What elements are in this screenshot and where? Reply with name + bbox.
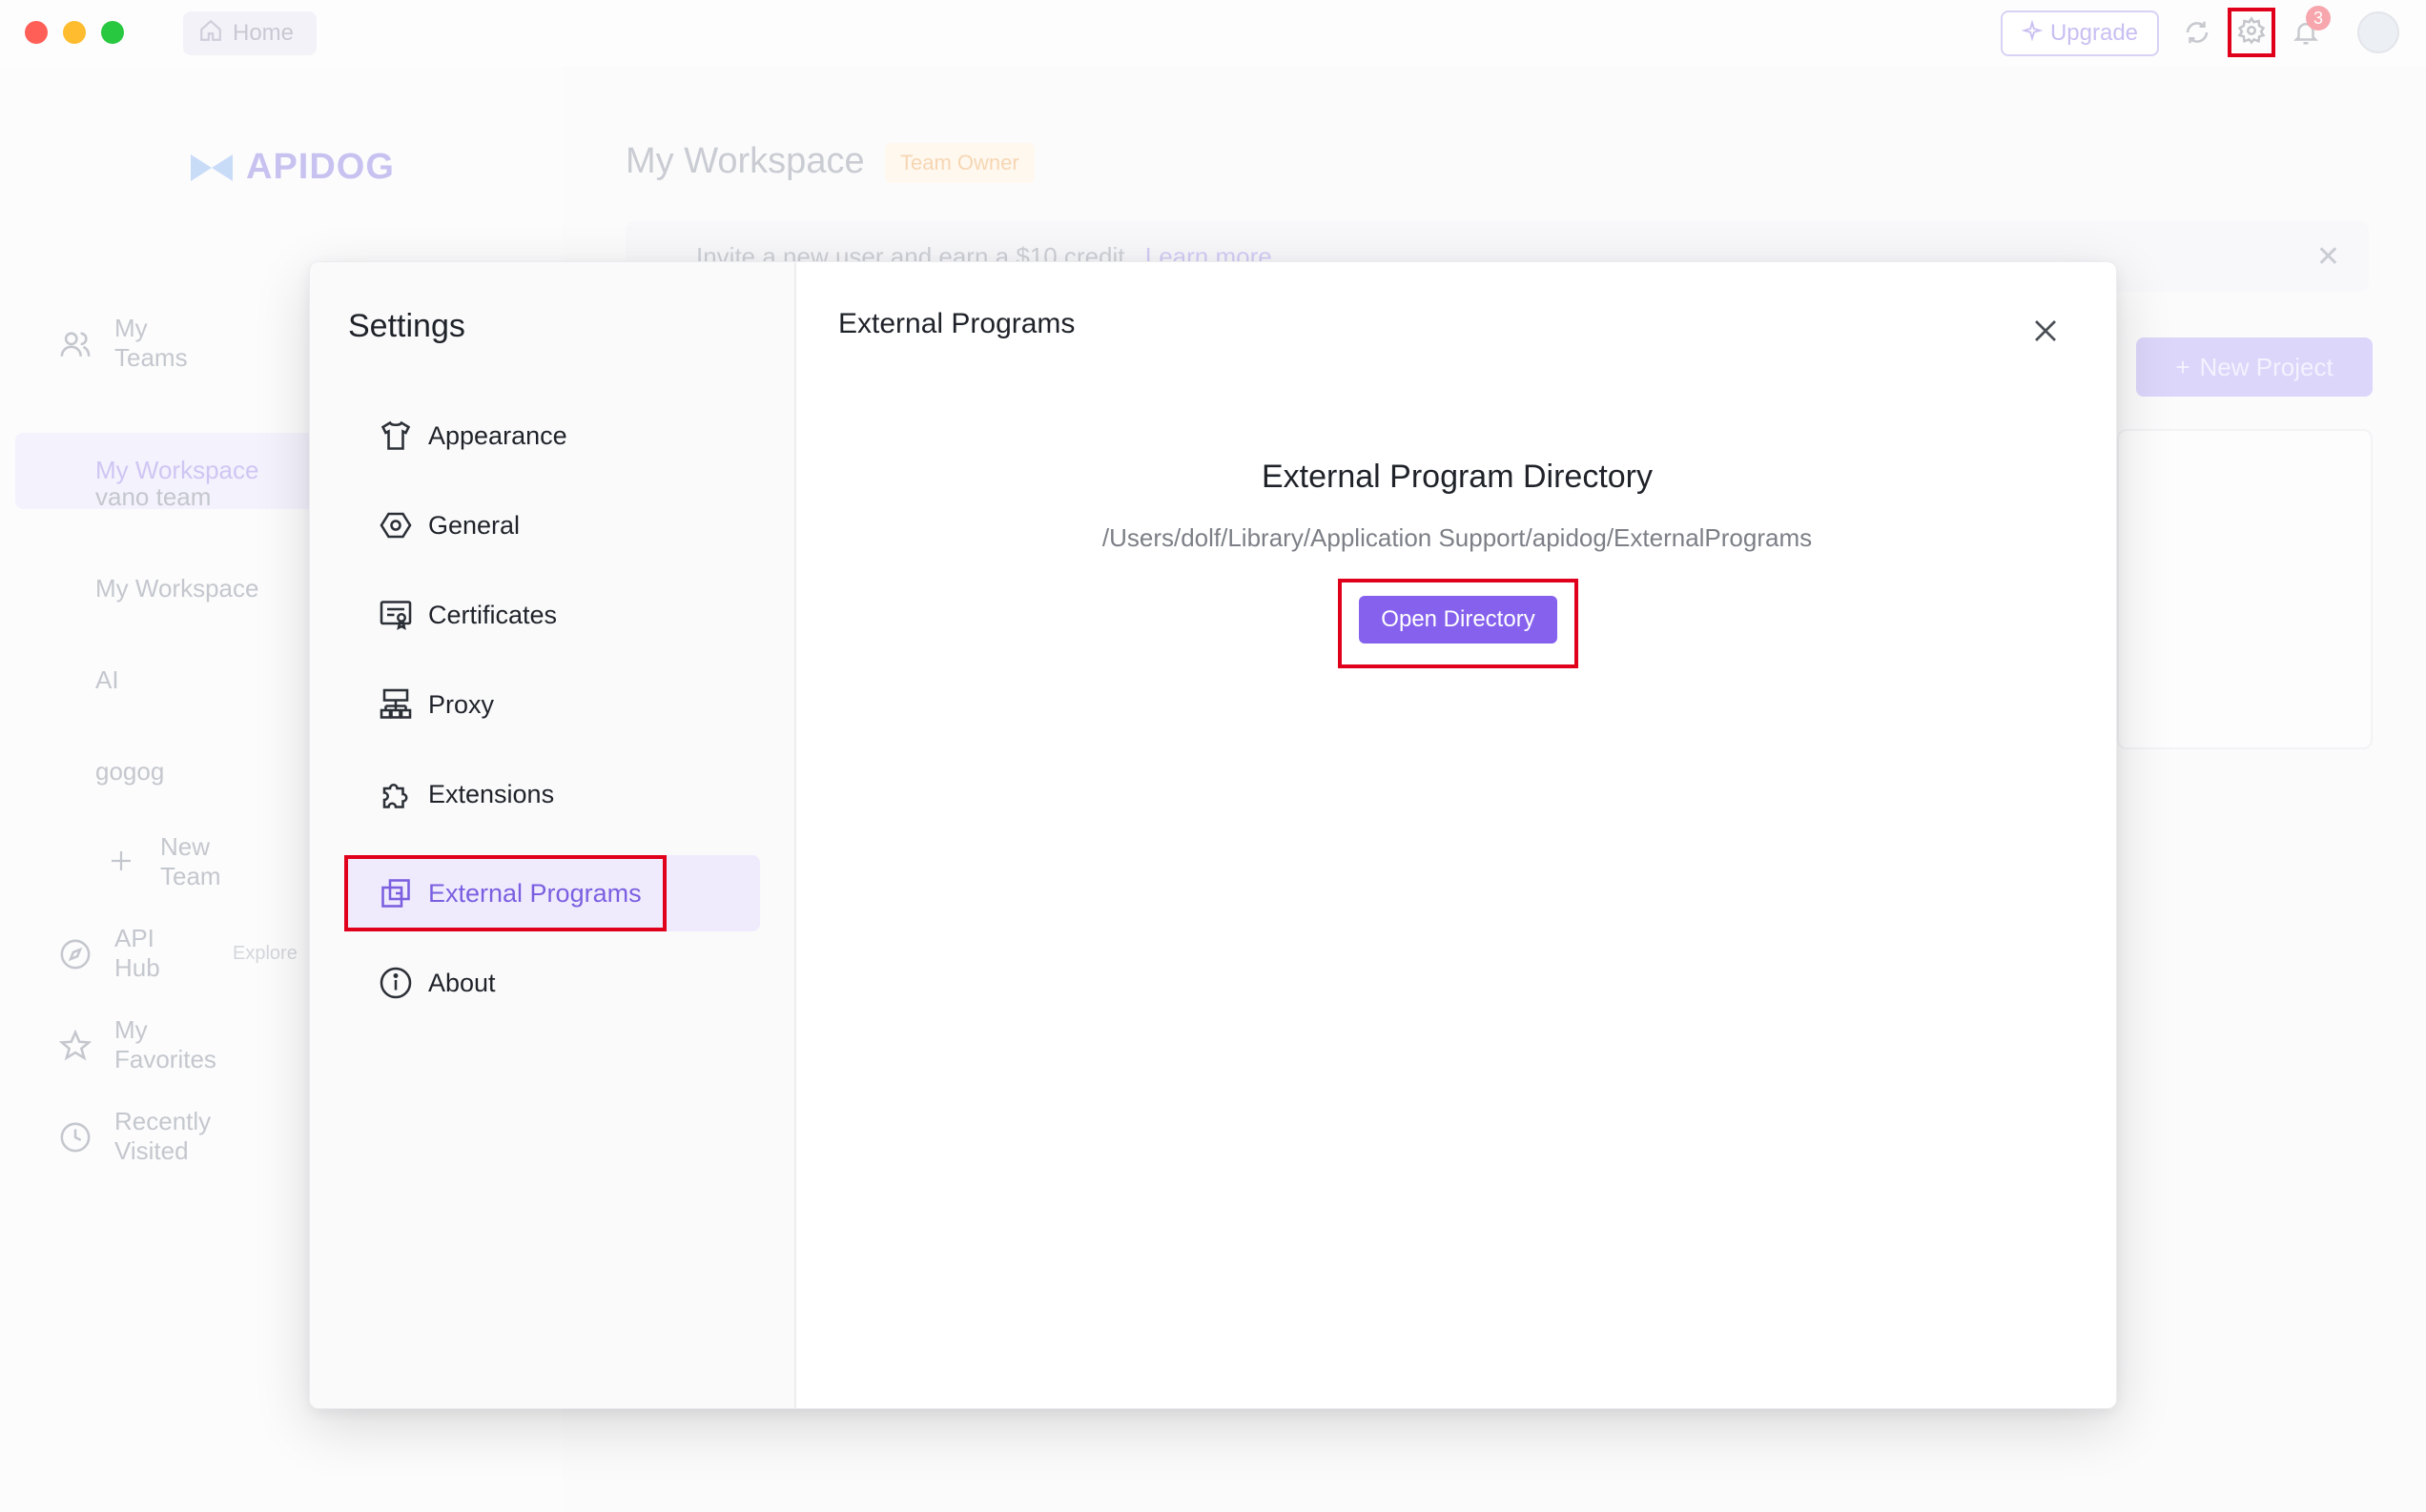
open-directory-button[interactable]: Open Directory — [1359, 596, 1557, 644]
tab-home[interactable]: Home — [183, 11, 317, 55]
title-bar: Home Upgrade 3 — [0, 0, 2426, 67]
settings-nav-label: Extensions — [428, 779, 555, 808]
settings-nav-proxy[interactable]: Proxy — [344, 666, 760, 743]
close-icon[interactable] — [2026, 312, 2065, 350]
sidebar-item-label: My Teams — [114, 314, 188, 372]
certificate-icon — [379, 598, 413, 632]
content-title: External Programs — [838, 308, 1076, 339]
sidebar-team-item[interactable]: gogog — [95, 757, 164, 787]
settings-nav-extensions[interactable]: Extensions — [344, 756, 760, 832]
settings-nav-certificates[interactable]: Certificates — [344, 577, 760, 653]
puzzle-icon — [379, 777, 413, 811]
sync-icon[interactable] — [2178, 13, 2216, 51]
app-window: Home Upgrade 3 APIDOG My Teams My Worksp… — [0, 0, 2426, 1512]
new-project-label: New Project — [2199, 352, 2333, 381]
directory-title: External Program Directory — [1261, 459, 1653, 495]
settings-nav: Settings Appearance General Certificates — [310, 262, 796, 1408]
directory-path: /Users/dolf/Library/Application Support/… — [1101, 523, 1813, 552]
close-window-button[interactable] — [25, 21, 48, 44]
notification-badge: 3 — [2306, 6, 2331, 31]
upgrade-button[interactable]: Upgrade — [2001, 10, 2159, 56]
settings-nav-general[interactable]: General — [344, 487, 760, 563]
settings-nav-label: Appearance — [428, 420, 567, 450]
close-icon[interactable]: ✕ — [2316, 240, 2340, 274]
avatar[interactable] — [2357, 11, 2399, 53]
sidebar-item-label: Recently Visited — [114, 1107, 212, 1165]
new-project-button[interactable]: + New Project — [2136, 337, 2373, 397]
shirt-icon — [379, 419, 413, 453]
settings-gear-button[interactable] — [2228, 8, 2275, 57]
plus-icon — [107, 847, 139, 879]
settings-title: Settings — [348, 308, 465, 344]
network-icon — [379, 687, 413, 722]
users-icon — [59, 328, 92, 360]
settings-nav-about[interactable]: About — [344, 945, 760, 1021]
clock-icon — [59, 1121, 92, 1154]
logo-text: APIDOG — [246, 147, 395, 187]
settings-nav-label: Certificates — [428, 600, 558, 629]
sidebar-team-label: My Workspace — [95, 456, 259, 484]
hexagon-settings-icon — [379, 508, 413, 542]
settings-nav-label: Proxy — [428, 689, 495, 719]
settings-dialog: Settings Appearance General Certificates — [309, 261, 2117, 1409]
gear-icon — [2237, 15, 2266, 50]
sidebar-team-item[interactable]: AI — [95, 665, 119, 695]
settings-nav-label: General — [428, 510, 521, 540]
info-icon — [379, 966, 413, 1000]
settings-nav-label: About — [428, 968, 496, 997]
sidebar-item-label: API Hub — [114, 924, 160, 982]
logo-mark-icon — [191, 153, 233, 181]
tab-home-label: Home — [233, 20, 295, 46]
compass-icon — [59, 938, 92, 971]
star-icon — [58, 1029, 93, 1062]
project-card — [2117, 429, 2373, 749]
explore-tag: Explore — [233, 942, 298, 964]
sidebar-item-label: My Favorites — [114, 1015, 216, 1073]
maximize-window-button[interactable] — [101, 21, 124, 44]
minimize-window-button[interactable] — [63, 21, 86, 44]
sidebar-item-label: New Team — [160, 832, 221, 890]
apidog-logo: APIDOG — [187, 147, 395, 188]
upgrade-label: Upgrade — [2049, 20, 2139, 46]
workspace-title: My Workspace — [626, 141, 865, 181]
plus-icon: + — [2175, 352, 2190, 381]
home-icon — [198, 18, 223, 50]
highlight-outline — [344, 855, 667, 931]
settings-nav-appearance[interactable]: Appearance — [344, 398, 760, 474]
sidebar-team-item[interactable]: My Workspace — [95, 574, 258, 603]
sidebar-team-item[interactable]: vano team — [95, 482, 211, 512]
sparkle-icon — [2021, 18, 2044, 48]
role-badge: Team Owner — [885, 143, 1035, 183]
